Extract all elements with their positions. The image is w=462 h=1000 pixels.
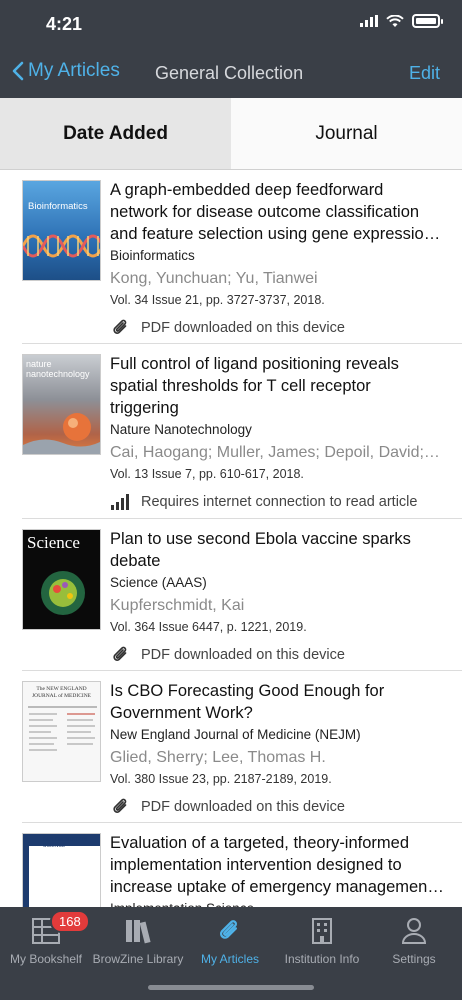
journal-cover: nature nanotechnology — [22, 354, 101, 455]
article-status: PDF downloaded on this device — [110, 797, 444, 817]
article-citation: Vol. 13 Issue 7, pp. 610-617, 2018. — [110, 467, 304, 481]
tab-browzine-library[interactable]: BrowZine Library — [92, 915, 184, 966]
paperclip-icon — [110, 797, 132, 817]
virus-image — [41, 571, 85, 615]
article-row[interactable]: Bioinformatics A graph-embedded deep fee… — [22, 170, 462, 344]
wifi-icon — [386, 14, 404, 27]
status-text: PDF downloaded on this device — [141, 647, 345, 663]
paperclip-icon — [110, 645, 132, 665]
article-journal: Science (AAAS) — [110, 575, 207, 590]
article-citation: Vol. 364 Issue 6447, p. 1221, 2019. — [110, 620, 307, 634]
article-journal: New England Journal of Medicine (NEJM) — [110, 727, 361, 742]
article-info: A graph-embedded deep feedforward networ… — [110, 179, 462, 338]
cover-title: The NEW ENGLAND JOURNAL of MEDICINE — [31, 686, 92, 699]
building-icon — [276, 915, 368, 947]
status-icons — [360, 14, 443, 28]
status-text: Requires internet connection to read art… — [141, 494, 418, 510]
article-info: Full control of ligand positioning revea… — [110, 353, 462, 512]
article-title: Is CBO Forecasting Good Enough for Gover… — [110, 682, 385, 722]
article-citation: Vol. 34 Issue 21, pp. 3727-3737, 2018. — [110, 293, 325, 307]
tab-my-articles[interactable]: My Articles — [184, 915, 276, 966]
toc-lines-image — [28, 706, 97, 751]
article-title: Full control of ligand positioning revea… — [110, 355, 399, 417]
navigation-bar: My Articles General Collection Edit — [0, 48, 462, 98]
bookshelf-badge: 168 — [50, 910, 90, 933]
journal-cover: The NEW ENGLAND JOURNAL of MEDICINE — [22, 681, 101, 782]
page-title: General Collection — [155, 63, 304, 83]
edit-button[interactable]: Edit — [409, 63, 440, 84]
article-title: Evaluation of a targeted, theory-informe… — [110, 834, 432, 896]
status-time: 4:21 — [46, 14, 83, 34]
status-text: PDF downloaded on this device — [141, 320, 345, 336]
cover-title: Science — [27, 533, 80, 552]
journal-cover: Bioinformatics — [22, 180, 101, 281]
status-text: PDF downloaded on this device — [141, 799, 345, 815]
cell-image — [23, 413, 100, 454]
article-info: Is CBO Forecasting Good Enough for Gover… — [110, 680, 462, 817]
tab-label: Settings — [392, 952, 436, 966]
library-icon — [92, 915, 184, 947]
article-status: PDF downloaded on this device — [110, 645, 444, 665]
article-citation: Vol. 380 Issue 23, pp. 2187-2189, 2019. — [110, 772, 332, 786]
tab-journal[interactable]: Journal — [231, 98, 462, 169]
tab-settings[interactable]: Settings — [368, 915, 460, 966]
tab-label: My Bookshelf — [9, 952, 83, 966]
article-info: Evaluation of a targeted, theory-informe… — [110, 832, 462, 908]
article-journal: Nature Nanotechnology — [110, 422, 252, 437]
cover-title: nature nanotechnology — [26, 359, 90, 379]
battery-icon — [412, 14, 443, 28]
back-label: My Articles — [28, 60, 120, 81]
article-row[interactable]: nature nanotechnology Full control of li… — [22, 344, 462, 519]
signal-icon — [110, 492, 132, 512]
tab-my-bookshelf[interactable]: 168 My Bookshelf — [0, 910, 92, 966]
sort-segmented-control: Date Added Journal — [0, 98, 462, 170]
article-authors: Kupferschmidt, Kai — [110, 597, 245, 614]
journal-cover: Science — [22, 529, 101, 630]
article-status: PDF downloaded on this device — [110, 318, 444, 338]
cellular-signal-icon — [360, 15, 378, 27]
article-list: Bioinformatics A graph-embedded deep fee… — [0, 170, 462, 908]
journal-cover: IMPLEMENTATION SCIENCE — [22, 833, 101, 908]
article-row[interactable]: IMPLEMENTATION SCIENCE Evaluation of a t… — [22, 823, 462, 908]
home-indicator — [148, 985, 314, 990]
cover-title: Bioinformatics — [28, 201, 88, 212]
tab-label: My Articles — [200, 952, 259, 966]
tab-label: Institution Info — [284, 952, 360, 966]
article-status: Requires internet connection to read art… — [110, 492, 444, 512]
cover-stripe — [23, 846, 29, 908]
article-authors: Cai, Haogang; Muller, James; Depoil, Dav… — [110, 444, 444, 461]
dna-helix-image — [23, 234, 100, 258]
paperclip-icon — [110, 318, 132, 338]
article-row[interactable]: The NEW ENGLAND JOURNAL of MEDICINE Is C… — [22, 671, 462, 823]
back-button[interactable]: My Articles — [12, 60, 120, 82]
person-icon — [368, 915, 460, 947]
article-authors: Glied, Sherry; Lee, Thomas H. — [110, 749, 326, 766]
article-title: Plan to use second Ebola vaccine sparks … — [110, 530, 411, 570]
article-title: A graph-embedded deep feedforward networ… — [110, 181, 433, 243]
tab-institution-info[interactable]: Institution Info — [276, 915, 368, 966]
paperclip-icon — [184, 915, 276, 947]
article-info: Plan to use second Ebola vaccine sparks … — [110, 528, 462, 665]
chevron-left-icon — [12, 61, 24, 81]
tab-label: BrowZine Library — [92, 952, 184, 966]
article-journal: Bioinformatics — [110, 248, 195, 263]
cover-title: IMPLEMENTATION SCIENCE — [43, 837, 87, 849]
tab-date-added[interactable]: Date Added — [0, 98, 231, 169]
status-bar: 4:21 — [0, 0, 462, 48]
article-authors: Kong, Yunchuan; Yu, Tianwei — [110, 270, 318, 287]
article-row[interactable]: Science Plan to use second Ebola vaccine… — [22, 519, 462, 671]
